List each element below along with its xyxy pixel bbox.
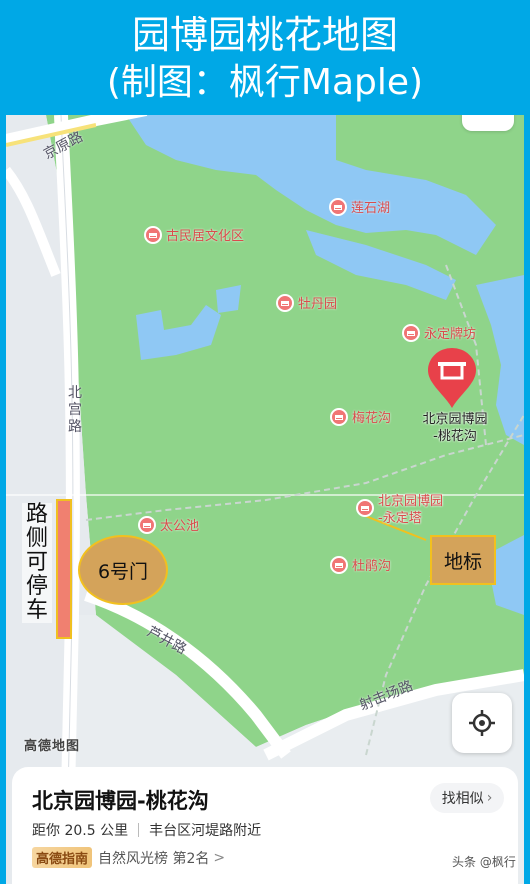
landmark-annotation: 地标 xyxy=(430,535,496,585)
locate-me-button[interactable] xyxy=(452,693,512,753)
map-subtitle: (制图：枫行Maple) xyxy=(106,62,424,103)
poi-label: 永定牌坊 xyxy=(424,327,477,342)
poi-meihuagou[interactable]: 梅花沟 xyxy=(330,407,391,426)
poi-label: 古民居文化区 xyxy=(166,229,245,244)
parking-note: 路侧可停车 xyxy=(22,503,52,623)
scenic-spot-icon xyxy=(144,225,162,244)
poi-label: 牡丹园 xyxy=(298,297,338,312)
place-info-card[interactable]: 北京园博园-桃花沟 找相似 › 距你 20.5 公里 丰台区河堤路附近 高德指南… xyxy=(12,767,518,884)
separator xyxy=(138,823,140,837)
scenic-spot-icon xyxy=(276,293,294,312)
place-title: 北京园博园-桃花沟 xyxy=(32,789,209,813)
poi-guminju[interactable]: 古民居文化区 xyxy=(144,225,244,244)
address-text: 丰台区河堤路附近 xyxy=(149,823,262,839)
chevron-right-icon: > xyxy=(213,849,226,866)
poi-label: 梅花沟 xyxy=(352,411,392,426)
layers-button[interactable] xyxy=(462,115,514,131)
poi-taigongchi[interactable]: 太公池 xyxy=(138,515,199,534)
road-label-beigong: 北宫路 xyxy=(68,385,82,435)
poi-label: 太公池 xyxy=(160,519,200,534)
poi-mudanyuan[interactable]: 牡丹园 xyxy=(276,293,337,312)
map-title: 园博园桃花地图 xyxy=(131,13,398,57)
gate-6-annotation: 6号门 xyxy=(78,535,168,605)
place-meta: 距你 20.5 公里 丰台区河堤路附近 xyxy=(32,820,261,840)
yongdingta-label: 北京园博园 -永定塔 xyxy=(378,494,444,526)
ranking-text: 自然风光榜 第2名 xyxy=(98,850,210,867)
header-banner: 园博园桃花地图 (制图：枫行Maple) xyxy=(0,0,530,115)
scenic-spot-icon xyxy=(356,499,374,517)
watermark: 头条 @枫行 xyxy=(452,855,516,869)
guide-badge: 高德指南 xyxy=(32,847,93,868)
taohuagou-label: 北京园博园 -桃花沟 xyxy=(422,412,488,444)
poi-label: 莲石湖 xyxy=(351,201,391,216)
selected-location-pin-icon[interactable] xyxy=(426,348,478,410)
distance-text: 距你 20.5 公里 xyxy=(32,823,129,839)
map-view[interactable]: 莲石湖 古民居文化区 牡丹园 永定牌坊 梅花沟 太公池 杜鹃沟 北京园博园 -永定… xyxy=(6,115,524,884)
find-similar-label: 找相似 xyxy=(441,791,484,807)
map-provider-logo: 高德地图 xyxy=(24,739,81,754)
parking-zone-marker xyxy=(56,499,72,639)
poi-label: 杜鹃沟 xyxy=(352,559,392,574)
poi-yongding-paifang[interactable]: 永定牌坊 xyxy=(402,323,476,342)
scenic-spot-icon xyxy=(330,407,348,426)
scenic-spot-icon xyxy=(138,515,156,534)
find-similar-button[interactable]: 找相似 › xyxy=(430,783,504,813)
ranking-row[interactable]: 高德指南 自然风光榜 第2名 > xyxy=(32,847,225,868)
chevron-right-icon: › xyxy=(486,790,493,806)
poi-dupenggou[interactable]: 杜鹃沟 xyxy=(330,555,391,574)
scenic-spot-icon xyxy=(329,197,347,216)
scenic-spot-icon xyxy=(330,555,348,574)
scenic-spot-icon xyxy=(402,323,420,342)
crosshair-icon xyxy=(469,710,495,736)
poi-yongdingta[interactable] xyxy=(356,499,374,517)
poi-lianshihu[interactable]: 莲石湖 xyxy=(329,197,390,216)
